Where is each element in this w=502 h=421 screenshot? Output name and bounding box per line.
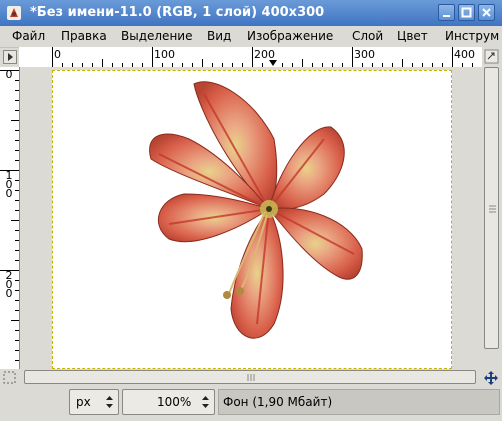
menu-bar: Файл Правка Выделение Вид Изображение Сл… [0,26,502,48]
ruler-ticks [0,70,19,361]
arrow-right-icon [8,53,13,61]
maximize-icon [461,7,472,18]
status-bar: px 100% Фон (1,90 Мбайт) [0,387,502,421]
menu-edit[interactable]: Правка [61,29,107,43]
window-title: *Без имени-11.0 (RGB, 1 слой) 400x300 [30,5,325,20]
unit-value: px [76,395,91,409]
zoom-value: 100% [157,395,192,409]
flower-image [149,81,363,339]
maximize-button[interactable] [458,4,475,21]
menu-file[interactable]: Файл [12,29,45,43]
menu-select[interactable]: Выделение [121,29,192,43]
menu-image[interactable]: Изображение [247,29,333,43]
menu-tools[interactable]: Инструм [445,29,499,43]
gimp-app-icon[interactable] [6,5,22,21]
grip-icon [489,205,496,213]
vertical-scroll-thumb[interactable] [484,67,499,349]
title-bar[interactable]: *Без имени-11.0 (RGB, 1 слой) 400x300 [0,0,502,27]
canvas-area[interactable] [20,67,482,369]
ruler-label: 100 [5,169,13,200]
ruler-ticks [52,47,473,67]
zoom-to-fit-icon[interactable] [482,47,502,65]
quick-mask-icon[interactable] [2,370,17,385]
ruler-label: 100 [154,48,175,61]
menu-colors[interactable]: Цвет [397,29,428,43]
grip-icon [247,374,255,381]
layer-info-text: Фон (1,90 Мбайт) [223,395,333,409]
horizontal-ruler[interactable]: 0 100 200 300 400 [19,47,482,68]
menu-layer[interactable]: Слой [352,29,383,43]
image-menu-button[interactable] [3,50,17,64]
close-icon [482,8,491,17]
ruler-label: 0 [5,68,13,81]
minimize-icon [443,15,450,17]
navigate-icon[interactable] [483,370,499,386]
ruler-label: 200 [254,48,275,61]
ruler-label: 200 [5,269,13,300]
vertical-scrollbar[interactable] [482,47,502,369]
close-button[interactable] [478,4,495,21]
image-canvas[interactable] [52,70,452,369]
ruler-label: 300 [354,48,375,61]
spin-arrows-icon [202,396,209,408]
spin-arrows-icon [106,396,113,408]
minimize-button[interactable] [438,4,455,21]
ruler-label: 0 [54,48,61,61]
unit-selector[interactable]: px [69,389,119,415]
ruler-label: 400 [454,48,475,61]
zoom-selector[interactable]: 100% [122,389,215,415]
vertical-ruler[interactable]: 0 100 200 [0,67,20,369]
horizontal-scrollbar[interactable] [20,369,482,386]
menu-view[interactable]: Вид [207,29,231,43]
horizontal-scroll-thumb[interactable] [24,370,476,384]
layer-info-label: Фон (1,90 Мбайт) [218,389,500,415]
